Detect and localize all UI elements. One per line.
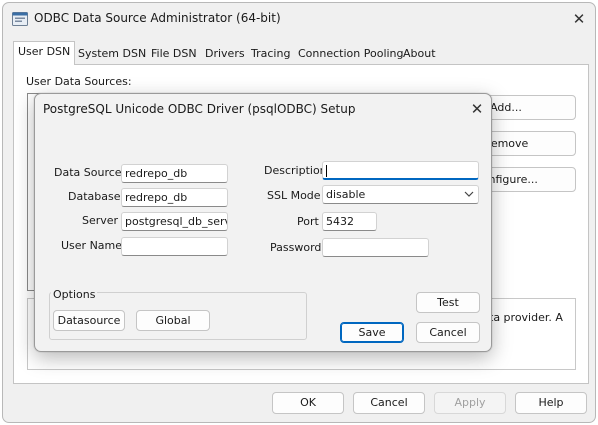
- tab-about[interactable]: About: [398, 43, 441, 64]
- footer-buttons: OK Cancel Apply Help: [3, 383, 595, 423]
- options-group-label: Options: [51, 288, 98, 301]
- port-input[interactable]: 5432: [322, 212, 377, 231]
- user-name-label: User Name: [61, 239, 123, 252]
- text-caret: [326, 164, 327, 177]
- database-label: Database: [68, 190, 121, 203]
- tab-tracing[interactable]: Tracing: [246, 43, 295, 64]
- chevron-down-icon: [464, 191, 474, 197]
- dialog-title: PostgreSQL Unicode ODBC Driver (psqlODBC…: [43, 102, 356, 116]
- test-button[interactable]: Test: [416, 292, 480, 313]
- info-text: ta provider. A: [489, 311, 563, 324]
- tab-drivers[interactable]: Drivers: [200, 43, 250, 64]
- description-label: Description: [264, 164, 327, 177]
- data-source-label: Data Source: [54, 166, 122, 179]
- tab-file-dsn[interactable]: File DSN: [146, 43, 202, 64]
- user-data-sources-label: User Data Sources:: [26, 75, 132, 88]
- title-bar: ODBC Data Source Administrator (64-bit) …: [3, 3, 595, 35]
- global-button[interactable]: Global: [136, 310, 210, 331]
- help-button[interactable]: Help: [515, 392, 587, 414]
- ssl-mode-label: SSL Mode: [267, 189, 321, 202]
- ssl-mode-select[interactable]: disable: [322, 185, 479, 204]
- dialog-close-icon[interactable]: ✕: [467, 99, 487, 119]
- cancel-button[interactable]: Cancel: [353, 392, 425, 414]
- apply-button[interactable]: Apply: [434, 392, 506, 414]
- close-icon[interactable]: ✕: [569, 9, 589, 29]
- password-input[interactable]: [322, 238, 429, 257]
- window-title: ODBC Data Source Administrator (64-bit): [34, 11, 281, 25]
- odbc-app-icon: [12, 12, 28, 26]
- port-label: Port: [297, 215, 319, 228]
- tab-strip: User DSN System DSN File DSN Drivers Tra…: [13, 41, 589, 65]
- tab-connection-pooling[interactable]: Connection Pooling: [293, 43, 409, 64]
- server-label: Server: [82, 214, 119, 227]
- user-name-input[interactable]: [121, 237, 228, 256]
- psqlodbc-setup-dialog: PostgreSQL Unicode ODBC Driver (psqlODBC…: [34, 93, 492, 352]
- data-source-input[interactable]: redrepo_db: [121, 164, 228, 183]
- database-input[interactable]: redrepo_db: [121, 188, 228, 207]
- description-input[interactable]: [322, 161, 479, 180]
- save-button[interactable]: Save: [340, 322, 404, 343]
- ssl-mode-value: disable: [326, 188, 366, 201]
- dialog-cancel-button[interactable]: Cancel: [416, 322, 480, 343]
- datasource-button[interactable]: Datasource: [53, 310, 125, 331]
- tab-system-dsn[interactable]: System DSN: [73, 43, 151, 64]
- server-input[interactable]: postgresql_db_server: [121, 212, 228, 231]
- ok-button[interactable]: OK: [272, 392, 344, 414]
- tab-user-dsn[interactable]: User DSN: [13, 41, 76, 65]
- password-label: Password: [270, 241, 322, 254]
- add-button-label: Add...: [490, 101, 522, 114]
